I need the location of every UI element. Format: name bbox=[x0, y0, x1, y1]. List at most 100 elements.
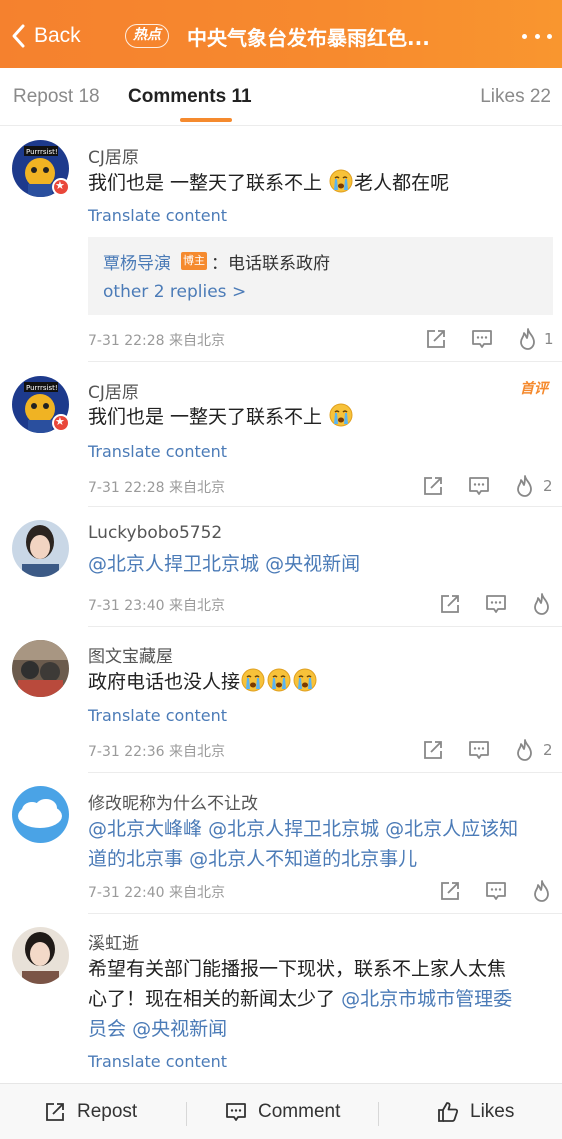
comment-location: 来自北京 bbox=[169, 885, 226, 901]
share-icon[interactable] bbox=[424, 327, 448, 351]
comment-label: Comment bbox=[258, 1101, 341, 1122]
reply-text: ：电话联系政府 bbox=[211, 254, 330, 274]
mention-link[interactable]: 员会 bbox=[88, 1018, 126, 1040]
page-title[interactable]: 中央气象台发布暴雨红色... bbox=[187, 22, 430, 51]
comment-time: 7-31 23:40 bbox=[88, 598, 165, 614]
first-comment-tag: 首评 bbox=[520, 381, 548, 397]
crying-face-icon bbox=[267, 668, 291, 692]
comment-username[interactable]: Luckybobo5752 bbox=[88, 523, 222, 543]
svg-text:Purrrsist!: Purrrsist! bbox=[26, 384, 58, 392]
like-count: 2 bbox=[543, 477, 553, 495]
comment-button[interactable]: Comment bbox=[224, 1084, 340, 1139]
comment-icon[interactable] bbox=[467, 738, 491, 762]
separator bbox=[378, 1102, 379, 1126]
mention-link[interactable]: @北京人捍卫北京城 bbox=[208, 818, 379, 840]
like-flame-icon[interactable] bbox=[513, 738, 537, 762]
comment-icon[interactable] bbox=[484, 879, 508, 903]
mention-link[interactable]: @北京人捍卫北京城 bbox=[88, 553, 259, 575]
comment-icon[interactable] bbox=[484, 592, 508, 616]
comment-time: 7-31 22:36 bbox=[88, 744, 165, 760]
mention-link[interactable]: 道的北京事 bbox=[88, 848, 183, 870]
comment-username[interactable]: 图文宝藏屋 bbox=[88, 642, 173, 667]
comment-text: 政府电话也没人接 bbox=[88, 667, 550, 697]
bottom-action-bar: Repost Comment Likes bbox=[0, 1083, 562, 1139]
more-options-icon[interactable] bbox=[522, 24, 552, 48]
chevron-left-icon bbox=[12, 24, 25, 48]
verified-badge-icon bbox=[52, 178, 70, 196]
share-icon[interactable] bbox=[421, 474, 445, 498]
comment-meta: 7-31 22:40 来自北京 bbox=[88, 882, 225, 902]
comment-time: 7-31 22:40 bbox=[88, 885, 165, 901]
comment-username[interactable]: 修改昵称为什么不让改 bbox=[88, 789, 258, 814]
mention-link[interactable]: @北京人不知道的北京事儿 bbox=[189, 848, 417, 870]
comment-time: 7-31 22:28 bbox=[88, 333, 165, 349]
crying-face-icon bbox=[329, 403, 353, 427]
comment-meta: 7-31 22:36 来自北京 bbox=[88, 741, 225, 761]
comment-location: 来自北京 bbox=[169, 480, 226, 496]
translate-link[interactable]: Translate content bbox=[88, 442, 227, 461]
comment-username[interactable]: CJ居原 bbox=[88, 378, 139, 403]
mention-link[interactable]: @北京大峰峰 bbox=[88, 818, 202, 840]
comment-text: 希望有关部门能播报一下现状，联系不上家人太焦 心了！现在相关的新闻太少了 @北京… bbox=[88, 958, 513, 1040]
share-icon[interactable] bbox=[438, 592, 462, 616]
repost-button[interactable]: Repost bbox=[43, 1084, 137, 1139]
likes-label: Likes bbox=[470, 1101, 515, 1122]
reply-preview[interactable]: 覃杨导演 博主 ：电话联系政府 other 2 replies > bbox=[88, 237, 553, 315]
comment-location: 来自北京 bbox=[169, 744, 226, 760]
comment-item: Purrrsist! CJ居原 我们也是 一整天了联系不上 老人都在呢 Tran… bbox=[0, 126, 562, 362]
thumbs-up-icon bbox=[438, 1102, 459, 1122]
translate-link[interactable]: Translate content bbox=[88, 206, 227, 225]
comment-username[interactable]: 溪虹逝 bbox=[88, 929, 139, 954]
comment-meta: 7-31 22:28 来自北京 bbox=[88, 330, 225, 350]
comment-item: Purrrsist! CJ居原 首评 我们也是 一整天了联系不上 Transla… bbox=[0, 362, 562, 507]
reply-author[interactable]: 覃杨导演 bbox=[103, 249, 171, 274]
more-replies-link[interactable]: other 2 replies > bbox=[103, 282, 246, 302]
like-flame-icon[interactable] bbox=[530, 592, 554, 616]
comment-time: 7-31 22:28 bbox=[88, 480, 165, 496]
tab-comments[interactable]: Comments 11 bbox=[128, 86, 252, 108]
avatar[interactable] bbox=[12, 927, 69, 984]
comment-meta: 7-31 23:40 来自北京 bbox=[88, 595, 225, 615]
avatar[interactable] bbox=[12, 520, 69, 577]
comment-icon[interactable] bbox=[470, 327, 494, 351]
back-button[interactable]: Back bbox=[8, 20, 81, 52]
like-flame-icon[interactable] bbox=[513, 474, 537, 498]
mention-link[interactable]: @北京人应该知 bbox=[385, 818, 518, 840]
like-flame-icon[interactable] bbox=[530, 879, 554, 903]
like-count: 1 bbox=[544, 330, 554, 348]
comment-text: @北京大峰峰 @北京人捍卫北京城 @北京人应该知 道的北京事 @北京人不知道的北… bbox=[88, 814, 550, 874]
avatar[interactable] bbox=[12, 640, 69, 697]
verified-badge-icon bbox=[52, 414, 70, 432]
comment-item: 图文宝藏屋 政府电话也没人接 Translate content 7-31 22… bbox=[0, 627, 562, 773]
comment-icon[interactable] bbox=[467, 474, 491, 498]
mention-link[interactable]: @央视新闻 bbox=[132, 1018, 227, 1040]
repost-label: Repost bbox=[77, 1101, 138, 1122]
mention-link[interactable]: @央视新闻 bbox=[265, 553, 360, 575]
avatar[interactable] bbox=[12, 786, 69, 843]
share-icon[interactable] bbox=[438, 879, 462, 903]
share-icon bbox=[46, 1103, 64, 1121]
separator bbox=[186, 1102, 187, 1126]
like-count: 2 bbox=[543, 741, 553, 759]
tab-likes[interactable]: Likes 22 bbox=[480, 86, 551, 108]
comment-icon bbox=[226, 1103, 246, 1121]
hot-topic-badge: 热点 bbox=[125, 24, 169, 48]
translate-link[interactable]: Translate content bbox=[88, 1052, 227, 1071]
comment-meta: 7-31 22:28 来自北京 bbox=[88, 477, 225, 497]
crying-face-icon bbox=[329, 169, 353, 193]
comment-item: 溪虹逝 希望有关部门能播报一下现状，联系不上家人太焦 心了！现在相关的新闻太少了… bbox=[0, 914, 562, 1083]
blogger-badge: 博主 bbox=[181, 252, 207, 270]
mention-link[interactable]: @北京市城市管理委 bbox=[341, 988, 512, 1010]
share-icon[interactable] bbox=[421, 738, 445, 762]
comment-username[interactable]: CJ居原 bbox=[88, 143, 139, 168]
like-flame-icon[interactable] bbox=[516, 327, 540, 351]
translate-link[interactable]: Translate content bbox=[88, 706, 227, 725]
likes-button[interactable]: Likes bbox=[436, 1084, 514, 1139]
tab-repost[interactable]: Repost 18 bbox=[13, 86, 100, 108]
comment-text: @北京人捍卫北京城 @央视新闻 bbox=[88, 549, 550, 579]
comment-text: 我们也是 一整天了联系不上 bbox=[88, 402, 550, 432]
comment-location: 来自北京 bbox=[169, 598, 226, 614]
active-tab-indicator bbox=[180, 118, 232, 122]
comment-text: 我们也是 一整天了联系不上 老人都在呢 bbox=[88, 168, 550, 198]
svg-text:Purrrsist!: Purrrsist! bbox=[26, 148, 58, 156]
